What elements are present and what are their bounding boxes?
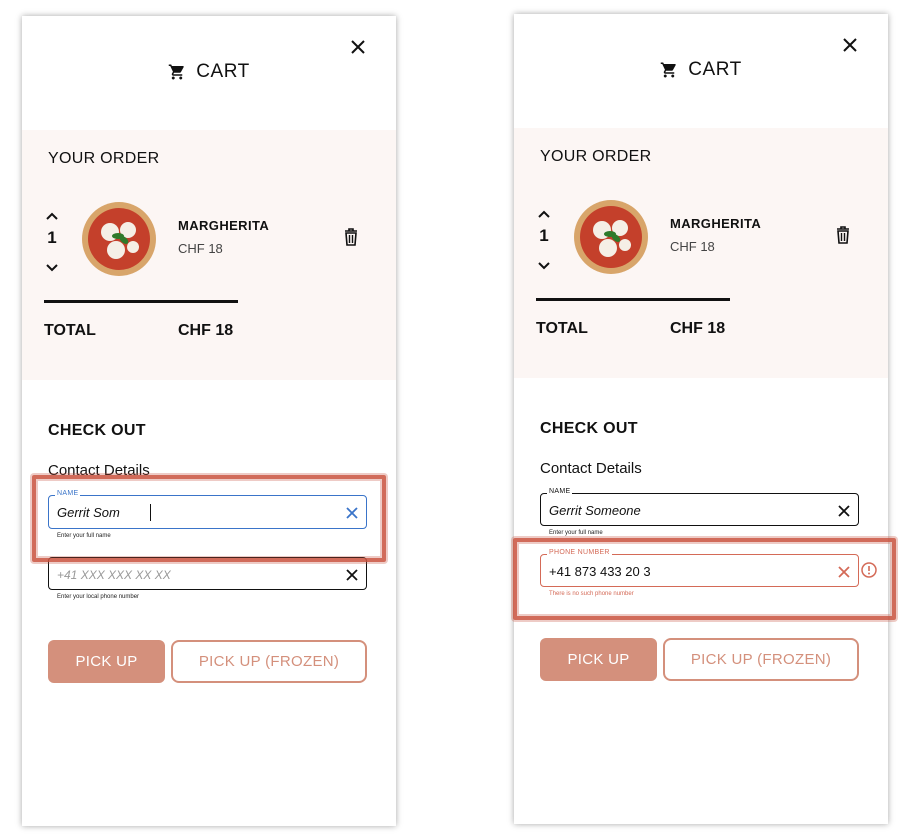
quantity-decrease-icon[interactable] bbox=[46, 259, 58, 272]
pizza-image bbox=[572, 198, 650, 276]
quantity-value: 1 bbox=[47, 228, 57, 247]
total-label: TOTAL bbox=[536, 320, 588, 337]
pick-up-frozen-button[interactable]: PICK UP (FROZEN) bbox=[663, 638, 859, 681]
pick-up-button[interactable]: PICK UP bbox=[48, 640, 165, 683]
cart-icon bbox=[169, 64, 185, 80]
order-heading: YOUR ORDER bbox=[540, 148, 652, 165]
name-field-value: Gerrit Someone bbox=[549, 503, 641, 518]
contact-details-heading: Contact Details bbox=[540, 460, 642, 477]
order-summary: YOUR ORDER 1 MARGHERITA CHF 18 TOTAL CHF… bbox=[514, 128, 888, 378]
name-field-helper: Enter your full name bbox=[549, 530, 603, 536]
annotation-highlight-name bbox=[32, 475, 386, 562]
total-value: CHF 18 bbox=[670, 320, 726, 337]
cart-title-text: CART bbox=[196, 61, 250, 82]
checkout-heading: CHECK OUT bbox=[48, 422, 146, 439]
close-icon[interactable] bbox=[843, 38, 857, 52]
cart-icon bbox=[661, 62, 677, 78]
item-name: MARGHERITA bbox=[178, 218, 270, 233]
pick-up-button[interactable]: PICK UP bbox=[540, 638, 657, 681]
total-divider bbox=[44, 300, 238, 303]
quantity-increase-icon[interactable] bbox=[538, 205, 550, 218]
total-value: CHF 18 bbox=[178, 322, 234, 339]
annotation-highlight-phone bbox=[513, 538, 896, 620]
quantity-increase-icon[interactable] bbox=[46, 207, 58, 220]
total-divider bbox=[536, 298, 730, 301]
total-label: TOTAL bbox=[44, 322, 96, 339]
delete-item-icon[interactable] bbox=[344, 228, 358, 246]
order-summary: YOUR ORDER 1 MARGHERITA CHF 18 TOTAL CHF… bbox=[22, 130, 396, 380]
phone-field-helper: Enter your local phone number bbox=[57, 594, 140, 600]
cart-title-text: CART bbox=[688, 59, 742, 80]
clear-name-icon[interactable] bbox=[838, 504, 850, 517]
close-icon[interactable] bbox=[351, 40, 365, 54]
item-price: CHF 18 bbox=[178, 241, 223, 256]
cart-title: CART bbox=[514, 59, 888, 81]
order-heading: YOUR ORDER bbox=[48, 150, 160, 167]
pizza-image bbox=[80, 200, 158, 278]
quantity-value: 1 bbox=[539, 226, 549, 245]
checkout-heading: CHECK OUT bbox=[540, 420, 638, 437]
cart-panel-left: CART YOUR ORDER 1 MARGHERITA CHF 18 TOTA… bbox=[22, 16, 396, 826]
name-field[interactable]: NAME Gerrit Someone bbox=[540, 488, 859, 526]
pick-up-frozen-button[interactable]: PICK UP (FROZEN) bbox=[171, 640, 367, 683]
cart-title: CART bbox=[22, 61, 396, 83]
delete-item-icon[interactable] bbox=[836, 226, 850, 244]
cart-panel-right: CART YOUR ORDER 1 MARGHERITA CHF 18 TOTA… bbox=[514, 14, 888, 824]
item-name: MARGHERITA bbox=[670, 216, 762, 231]
name-field-label: NAME bbox=[547, 488, 573, 495]
quantity-decrease-icon[interactable] bbox=[538, 257, 550, 270]
phone-field-placeholder: +41 XXX XXX XX XX bbox=[57, 568, 171, 582]
clear-phone-icon[interactable] bbox=[346, 568, 358, 581]
item-price: CHF 18 bbox=[670, 239, 715, 254]
